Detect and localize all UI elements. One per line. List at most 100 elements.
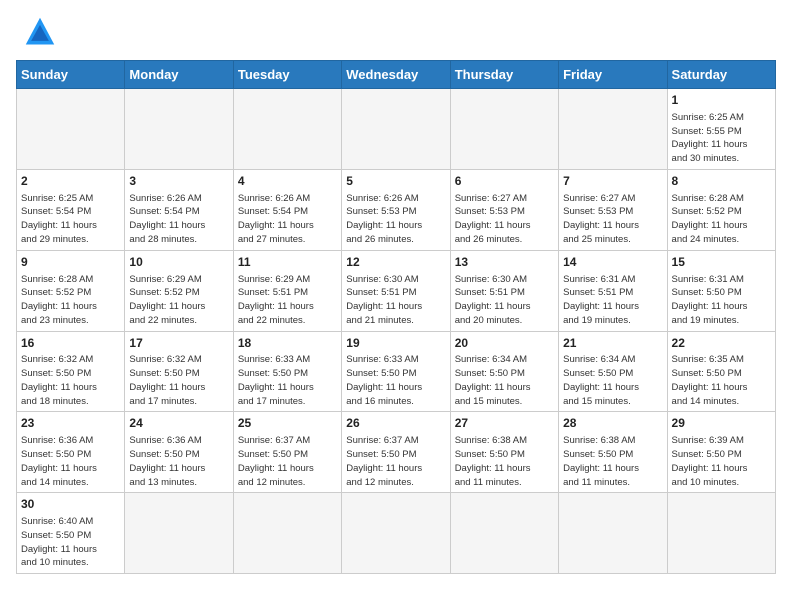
calendar-cell: 22Sunrise: 6:35 AM Sunset: 5:50 PM Dayli… [667,331,775,412]
day-info: Sunrise: 6:25 AM Sunset: 5:54 PM Dayligh… [21,192,120,247]
day-number: 5 [346,173,445,190]
day-number: 20 [455,335,554,352]
day-number: 1 [672,92,771,109]
calendar-cell [233,493,341,574]
day-info: Sunrise: 6:33 AM Sunset: 5:50 PM Dayligh… [346,353,445,408]
day-info: Sunrise: 6:31 AM Sunset: 5:51 PM Dayligh… [563,273,662,328]
calendar-cell: 18Sunrise: 6:33 AM Sunset: 5:50 PM Dayli… [233,331,341,412]
calendar-week-row: 1 Sunrise: 6:25 AM Sunset: 5:55 PM Daylig… [17,89,776,170]
calendar-cell [450,89,558,170]
calendar-cell [559,89,667,170]
day-number: 19 [346,335,445,352]
day-number: 24 [129,415,228,432]
calendar-cell: 20Sunrise: 6:34 AM Sunset: 5:50 PM Dayli… [450,331,558,412]
calendar-cell: 24 Sunrise: 6:36 AM Sunset: 5:50 PM Dayli… [125,412,233,493]
calendar-header-tuesday: Tuesday [233,61,341,89]
day-info: Sunrise: 6:32 AM Sunset: 5:50 PM Dayligh… [129,353,228,408]
logo-icon [24,16,56,48]
calendar-cell: 19Sunrise: 6:33 AM Sunset: 5:50 PM Dayli… [342,331,450,412]
day-info: Sunrise: 6:30 AM Sunset: 5:51 PM Dayligh… [346,273,445,328]
day-info: Sunrise: 6:27 AM Sunset: 5:53 PM Dayligh… [563,192,662,247]
day-info: Sunrise: 6:31 AM Sunset: 5:50 PM Dayligh… [672,273,771,328]
calendar-cell [17,89,125,170]
day-info: Sunrise: 6:29 AM Sunset: 5:52 PM Dayligh… [129,273,228,328]
day-info: Sunrise: 6:40 AM Sunset: 5:50 PM Dayligh… [21,515,120,570]
day-info: Sunrise: 6:37 AM Sunset: 5:50 PM Dayligh… [238,434,337,489]
calendar-cell: 2 Sunrise: 6:25 AM Sunset: 5:54 PM Daylig… [17,169,125,250]
day-info: Sunrise: 6:34 AM Sunset: 5:50 PM Dayligh… [455,353,554,408]
day-number: 9 [21,254,120,271]
day-number: 18 [238,335,337,352]
calendar-cell: 6 Sunrise: 6:27 AM Sunset: 5:53 PM Daylig… [450,169,558,250]
calendar-cell [125,493,233,574]
calendar-cell: 4 Sunrise: 6:26 AM Sunset: 5:54 PM Daylig… [233,169,341,250]
calendar-cell: 12 Sunrise: 6:30 AM Sunset: 5:51 PM Dayli… [342,250,450,331]
day-info: Sunrise: 6:28 AM Sunset: 5:52 PM Dayligh… [672,192,771,247]
day-number: 26 [346,415,445,432]
day-info: Sunrise: 6:26 AM Sunset: 5:54 PM Dayligh… [238,192,337,247]
day-number: 13 [455,254,554,271]
day-info: Sunrise: 6:37 AM Sunset: 5:50 PM Dayligh… [346,434,445,489]
calendar-week-row: 30 Sunrise: 6:40 AM Sunset: 5:50 PM Dayli… [17,493,776,574]
calendar-page: SundayMondayTuesdayWednesdayThursdayFrid… [0,0,792,612]
calendar-cell [342,493,450,574]
day-number: 30 [21,496,120,513]
calendar-cell: 16Sunrise: 6:32 AM Sunset: 5:50 PM Dayli… [17,331,125,412]
calendar-cell: 3Sunrise: 6:26 AM Sunset: 5:54 PM Daylig… [125,169,233,250]
day-number: 8 [672,173,771,190]
calendar-cell: 21Sunrise: 6:34 AM Sunset: 5:50 PM Dayli… [559,331,667,412]
calendar-week-row: 9 Sunrise: 6:28 AM Sunset: 5:52 PM Daylig… [17,250,776,331]
day-number: 14 [563,254,662,271]
calendar-header-wednesday: Wednesday [342,61,450,89]
calendar-week-row: 23 Sunrise: 6:36 AM Sunset: 5:50 PM Dayli… [17,412,776,493]
day-number: 16 [21,335,120,352]
day-info: Sunrise: 6:27 AM Sunset: 5:53 PM Dayligh… [455,192,554,247]
calendar-header-monday: Monday [125,61,233,89]
page-header [16,16,776,48]
day-info: Sunrise: 6:25 AM Sunset: 5:55 PM Dayligh… [672,111,771,166]
calendar-header-saturday: Saturday [667,61,775,89]
day-number: 28 [563,415,662,432]
calendar-cell: 17Sunrise: 6:32 AM Sunset: 5:50 PM Dayli… [125,331,233,412]
day-number: 25 [238,415,337,432]
calendar-cell: 10 Sunrise: 6:29 AM Sunset: 5:52 PM Dayli… [125,250,233,331]
day-number: 12 [346,254,445,271]
day-info: Sunrise: 6:39 AM Sunset: 5:50 PM Dayligh… [672,434,771,489]
day-info: Sunrise: 6:36 AM Sunset: 5:50 PM Dayligh… [129,434,228,489]
calendar-cell [342,89,450,170]
calendar-cell: 14 Sunrise: 6:31 AM Sunset: 5:51 PM Dayli… [559,250,667,331]
day-number: 17 [129,335,228,352]
calendar-cell [233,89,341,170]
day-number: 4 [238,173,337,190]
day-info: Sunrise: 6:38 AM Sunset: 5:50 PM Dayligh… [563,434,662,489]
calendar-cell: 29 Sunrise: 6:39 AM Sunset: 5:50 PM Dayli… [667,412,775,493]
day-number: 15 [672,254,771,271]
calendar-week-row: 2 Sunrise: 6:25 AM Sunset: 5:54 PM Daylig… [17,169,776,250]
day-number: 29 [672,415,771,432]
day-number: 6 [455,173,554,190]
day-info: Sunrise: 6:33 AM Sunset: 5:50 PM Dayligh… [238,353,337,408]
day-number: 22 [672,335,771,352]
logo [16,16,56,48]
calendar-cell: 27Sunrise: 6:38 AM Sunset: 5:50 PM Dayli… [450,412,558,493]
day-info: Sunrise: 6:28 AM Sunset: 5:52 PM Dayligh… [21,273,120,328]
day-number: 23 [21,415,120,432]
calendar-cell [450,493,558,574]
calendar-cell [125,89,233,170]
calendar-cell: 25 Sunrise: 6:37 AM Sunset: 5:50 PM Dayli… [233,412,341,493]
calendar-cell: 1 Sunrise: 6:25 AM Sunset: 5:55 PM Daylig… [667,89,775,170]
calendar-header-thursday: Thursday [450,61,558,89]
day-number: 10 [129,254,228,271]
day-number: 21 [563,335,662,352]
calendar-cell: 30 Sunrise: 6:40 AM Sunset: 5:50 PM Dayli… [17,493,125,574]
calendar-header-sunday: Sunday [17,61,125,89]
calendar-cell: 26 Sunrise: 6:37 AM Sunset: 5:50 PM Dayli… [342,412,450,493]
calendar-table: SundayMondayTuesdayWednesdayThursdayFrid… [16,60,776,574]
calendar-cell: 7Sunrise: 6:27 AM Sunset: 5:53 PM Daylig… [559,169,667,250]
calendar-week-row: 16 Sunrise: 6:32 AM Sunset: 5:50 PM Dayli… [17,331,776,412]
calendar-cell: 23Sunrise: 6:36 AM Sunset: 5:50 PM Dayli… [17,412,125,493]
day-info: Sunrise: 6:26 AM Sunset: 5:53 PM Dayligh… [346,192,445,247]
day-info: Sunrise: 6:29 AM Sunset: 5:51 PM Dayligh… [238,273,337,328]
day-info: Sunrise: 6:26 AM Sunset: 5:54 PM Dayligh… [129,192,228,247]
day-number: 2 [21,173,120,190]
